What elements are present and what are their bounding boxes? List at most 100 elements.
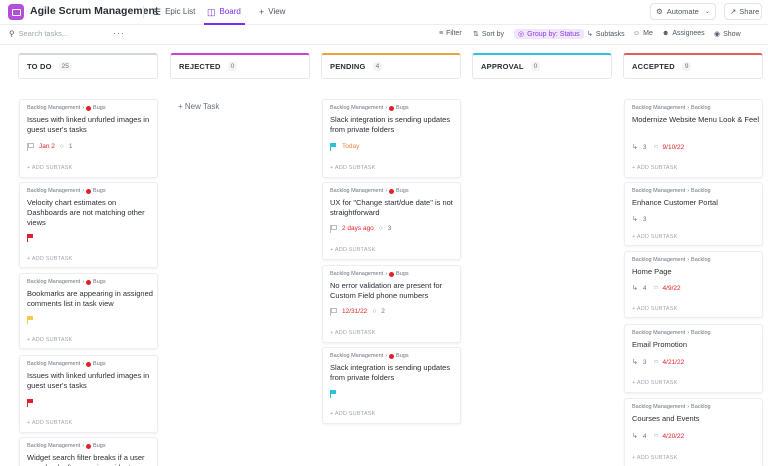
flag-icon[interactable] (27, 143, 34, 151)
group-icon: ◎ (518, 31, 525, 38)
task-title: Courses and Events (632, 414, 700, 423)
divider (143, 6, 144, 18)
flag-icon[interactable] (27, 399, 34, 407)
add-subtask-button[interactable]: + ADD SUBTASK (27, 337, 72, 343)
app-icon[interactable] (8, 4, 24, 20)
eye-icon: ◉ (714, 31, 721, 38)
due-date[interactable]: Jan 2 (39, 143, 55, 150)
calendar-icon: □ (654, 144, 658, 150)
automate-button[interactable]: ⚙ Automate ⌄ (650, 3, 716, 20)
task-card[interactable]: Backlog Management › Backlog Modernize Web… (624, 99, 763, 178)
new-task-button[interactable]: + New Task (178, 102, 219, 111)
flag-icon[interactable] (330, 308, 337, 316)
add-subtask-button[interactable]: + ADD SUBTASK (330, 330, 375, 336)
task-title: Bookmarks are appearing in assigned comm… (27, 289, 153, 308)
subtasks-icon: ↳ (632, 216, 638, 223)
task-card[interactable]: Backlog Management › Bugs Slack integratio… (322, 99, 461, 178)
add-subtask-button[interactable]: + ADD SUBTASK (632, 165, 677, 171)
task-card[interactable]: Backlog Management › Bugs Issues with link… (19, 99, 158, 178)
user-icon: ☺ (633, 30, 641, 37)
users-icon: ☻ (662, 30, 670, 37)
toolbar: ⚲ Search tasks... ··· ≡ Filter ⇅ Sort by ◎… (0, 25, 768, 45)
flag-icon[interactable] (330, 143, 337, 151)
task-card[interactable]: Backlog Management › Bugs UX for "Change s… (322, 182, 461, 260)
add-subtask-button[interactable]: + ADD SUBTASK (632, 234, 677, 240)
calendar-icon: □ (654, 359, 658, 365)
add-subtask-button[interactable]: + ADD SUBTASK (27, 256, 72, 262)
calendar-icon: □ (654, 285, 658, 291)
tab-board[interactable]: ◫ Board (207, 7, 241, 16)
subtasks-button[interactable]: ↳ Subtasks (587, 30, 625, 39)
task-card[interactable]: Backlog Management › Backlog Home Page ↳ 4 … (624, 251, 763, 318)
search-input[interactable]: ⚲ Search tasks... ··· (9, 28, 124, 38)
subtasks-icon: ↳ (587, 31, 593, 38)
list-icon: ☰ (153, 6, 162, 17)
comment-icon: ○ (372, 308, 377, 315)
add-subtask-button[interactable]: + ADD SUBTASK (330, 411, 375, 417)
flag-icon[interactable] (330, 225, 337, 233)
bug-dot-icon (86, 443, 92, 449)
task-card[interactable]: Backlog Management › Bugs Bookmarks are ap… (19, 273, 158, 349)
flag-icon[interactable] (27, 316, 34, 324)
task-card[interactable]: Backlog Management › Bugs No error validat… (322, 265, 461, 343)
task-card[interactable]: Backlog Management › Bugs Slack integratio… (322, 347, 461, 424)
show-button[interactable]: ◉ Show (714, 30, 741, 39)
column-header-accepted[interactable]: ACCEPTED 9 (623, 53, 763, 79)
robot-icon: ⚙ (656, 7, 663, 16)
due-date[interactable]: 2 days ago (342, 225, 374, 232)
bug-dot-icon (86, 105, 92, 111)
due-date[interactable]: 9/10/22 (663, 144, 685, 151)
me-button[interactable]: ☺ Me (633, 30, 653, 37)
task-card[interactable]: Backlog Management › Bugs Widget search fi… (19, 437, 158, 466)
more-icon[interactable]: ··· (113, 28, 125, 38)
task-card[interactable]: Backlog Management › Backlog Enhance Custo… (624, 182, 763, 246)
add-subtask-button[interactable]: + ADD SUBTASK (27, 420, 72, 426)
bug-dot-icon (86, 279, 92, 285)
subtasks-icon: ↳ (632, 144, 638, 151)
top-bar: Agile Scrum Management ☰ Epic List ◫ Boa… (0, 0, 768, 25)
column-header-todo[interactable]: TO DO 25 (18, 53, 158, 79)
column-header-pending[interactable]: PENDING 4 (321, 53, 461, 79)
due-date[interactable]: 4/21/22 (663, 359, 685, 366)
add-view-button[interactable]: + View (259, 7, 285, 16)
board-icon: ◫ (207, 6, 216, 17)
task-title: Modernize Website Menu Look & Feel (632, 115, 760, 124)
bug-dot-icon (389, 105, 395, 111)
add-subtask-button[interactable]: + ADD SUBTASK (330, 247, 375, 253)
share-button[interactable]: ↗ Share (724, 3, 762, 20)
filter-icon: ≡ (439, 30, 444, 37)
filter-button[interactable]: ≡ Filter (439, 30, 462, 37)
sort-button[interactable]: ⇅ Sort by (473, 30, 504, 39)
bug-dot-icon (389, 353, 395, 359)
group-by-button[interactable]: ◎ Group by: Status (514, 29, 584, 39)
column-header-rejected[interactable]: REJECTED 0 (170, 53, 310, 79)
due-date[interactable]: 4/20/22 (663, 433, 685, 440)
subtasks-icon: ↳ (632, 285, 638, 292)
task-title: Issues with linked unfurled images in gu… (27, 371, 150, 390)
add-subtask-button[interactable]: + ADD SUBTASK (632, 455, 677, 461)
task-card[interactable]: Backlog Management › Backlog Courses and E… (624, 398, 763, 466)
calendar-icon: □ (654, 433, 658, 439)
add-subtask-button[interactable]: + ADD SUBTASK (330, 165, 375, 171)
share-icon: ↗ (730, 7, 737, 16)
due-date[interactable]: 12/31/22 (342, 308, 367, 315)
assignees-button[interactable]: ☻ Assignees (662, 30, 705, 37)
chevron-down-icon: ⌄ (704, 9, 710, 15)
tab-epic-list[interactable]: ☰ Epic List (153, 7, 195, 16)
bug-dot-icon (389, 188, 395, 194)
comment-icon: ○ (59, 143, 64, 150)
task-card[interactable]: Backlog Management › Bugs Issues with link… (19, 355, 158, 433)
add-subtask-button[interactable]: + ADD SUBTASK (27, 165, 72, 171)
add-subtask-button[interactable]: + ADD SUBTASK (632, 380, 677, 386)
due-date[interactable]: Today (342, 143, 359, 150)
task-title: Email Promotion (632, 340, 688, 349)
subtasks-icon: ↳ (632, 433, 638, 440)
task-card[interactable]: Backlog Management › Bugs Velocity chart e… (19, 182, 158, 268)
due-date[interactable]: 4/9/22 (663, 285, 681, 292)
page-title: Agile Scrum Management (30, 5, 159, 17)
add-subtask-button[interactable]: + ADD SUBTASK (632, 306, 677, 312)
task-card[interactable]: Backlog Management › Backlog Email Promoti… (624, 324, 763, 393)
flag-icon[interactable] (27, 234, 34, 242)
column-header-approval[interactable]: APPROVAL 0 (472, 53, 612, 79)
flag-icon[interactable] (330, 390, 337, 398)
